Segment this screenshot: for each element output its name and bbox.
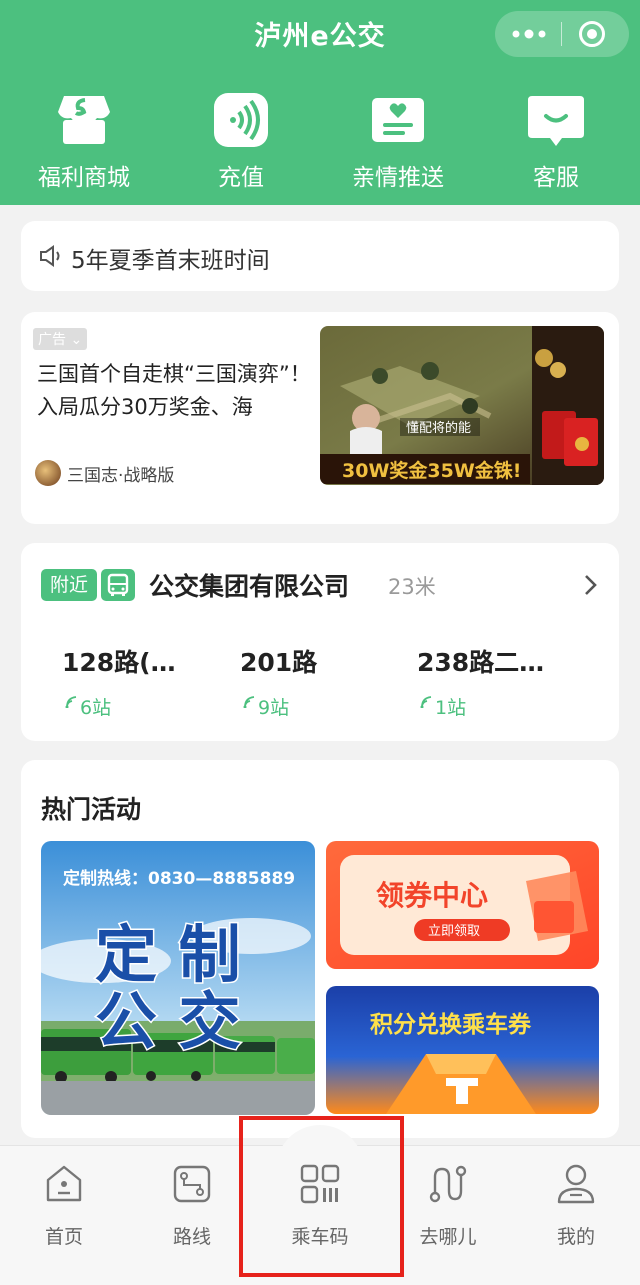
- brand-name: 三国志·战略版: [67, 465, 175, 486]
- hot-activities-card: 热门活动 定制热线：0830—8885889 定 制 公 交 领券中心 立即领取…: [21, 760, 619, 1138]
- quick-action-label: 福利商城: [38, 165, 130, 191]
- realtime-signal-icon: [65, 696, 77, 708]
- quick-action-customer-service[interactable]: 客服: [486, 90, 626, 191]
- shop-icon: [58, 96, 110, 144]
- route-stops-text: 6站: [80, 697, 112, 719]
- chat-icon: [528, 96, 584, 146]
- quick-action-recharge[interactable]: 充值: [171, 90, 311, 191]
- custom-bus-title-line1: 定 制: [95, 918, 241, 991]
- tab-destination[interactable]: 去哪儿: [393, 1162, 503, 1249]
- realtime-signal-icon: [420, 696, 432, 708]
- quick-action-label: 充值: [218, 165, 264, 191]
- route-stops-text: 9站: [258, 697, 290, 719]
- points-exchange-title: 积分兑换乘车券: [370, 1011, 532, 1038]
- header-bar: 泸州e公交 福利商城 充值 亲情推送 客服: [0, 0, 640, 205]
- route-stops: 9站: [240, 693, 410, 720]
- notice-text: 5年夏季首末班时间: [71, 248, 270, 274]
- route-item[interactable]: 201路 9站: [240, 643, 410, 720]
- stop-name: 公交集团有限公司: [149, 572, 350, 601]
- route-icon: [173, 1165, 211, 1203]
- user-icon: [557, 1164, 595, 1204]
- tab-mine[interactable]: 我的: [521, 1162, 631, 1249]
- tab-label: 首页: [44, 1226, 83, 1248]
- capsule-divider: [561, 22, 562, 46]
- route-stops-text: 1站: [435, 697, 467, 719]
- ad-title: 三国首个自走棋“三国演弈”！入局瓜分30万奖金、海: [37, 362, 311, 419]
- ad-image-promo: 30W奖金35W金铢!: [342, 459, 521, 482]
- tab-home[interactable]: 首页: [9, 1162, 119, 1249]
- speaker-icon: [40, 245, 60, 267]
- tab-route[interactable]: 路线: [137, 1162, 247, 1249]
- nearby-tag: 附近: [41, 569, 97, 601]
- coupon-center-artwork: 领券中心 立即领取: [326, 841, 599, 969]
- brand-avatar: [35, 460, 61, 486]
- quick-action-label: 亲情推送: [352, 165, 444, 191]
- target-circle-icon[interactable]: [579, 21, 605, 47]
- coupon-center-banner[interactable]: 领券中心 立即领取: [326, 841, 599, 969]
- route-item[interactable]: 238路二… 1站: [417, 643, 587, 720]
- route-item[interactable]: 128路(… 6站: [62, 643, 232, 720]
- coupon-center-title: 领券中心: [376, 879, 488, 912]
- route-stops: 1站: [417, 693, 587, 720]
- ad-label-text: 广告: [38, 332, 66, 348]
- coupon-claim-button[interactable]: 立即领取: [428, 924, 480, 939]
- custom-bus-hotline: 定制热线：0830—8885889: [63, 868, 295, 889]
- ad-image[interactable]: 懂配将的能 30W奖金35W金铢!: [320, 326, 604, 485]
- points-exchange-banner[interactable]: 积分兑换乘车券: [326, 986, 599, 1114]
- ad-label: 广告 ⌄: [33, 328, 88, 350]
- stop-distance: 23米: [388, 575, 436, 599]
- points-exchange-artwork: 积分兑换乘车券: [326, 986, 599, 1114]
- custom-bus-artwork: 定制热线：0830—8885889 定 制 公 交: [41, 841, 315, 1115]
- route-stops: 6站: [62, 693, 232, 720]
- section-title: 热门活动: [41, 795, 142, 824]
- route-name: 238路二…: [417, 648, 545, 677]
- quick-action-family-push[interactable]: 亲情推送: [328, 90, 468, 191]
- ad-image-caption: 懂配将的能: [406, 420, 471, 436]
- home-icon: [46, 1165, 82, 1202]
- quick-action-shop[interactable]: 福利商城: [14, 90, 154, 191]
- ad-card[interactable]: 广告 ⌄ 三国首个自走棋“三国演弈”！入局瓜分30万奖金、海 三国志·战略版 懂…: [21, 312, 619, 524]
- route-name: 128路(…: [62, 648, 176, 677]
- tab-label: 去哪儿: [419, 1226, 477, 1248]
- notice-bar[interactable]: 5年夏季首末班时间: [21, 221, 619, 291]
- custom-bus-title-line2: 公 交: [95, 985, 241, 1058]
- heart-card-icon: [372, 98, 424, 142]
- realtime-signal-icon: [243, 696, 255, 708]
- tab-label: 路线: [172, 1226, 211, 1248]
- path-icon: [429, 1165, 467, 1203]
- more-dots-icon[interactable]: [511, 26, 547, 42]
- ride-code-highlight-box: [239, 1116, 404, 1277]
- custom-bus-banner[interactable]: 定制热线：0830—8885889 定 制 公 交: [41, 841, 315, 1115]
- bus-icon: [101, 569, 135, 601]
- chevron-right-icon[interactable]: [581, 573, 601, 597]
- ad-game-artwork: 懂配将的能 30W奖金35W金铢!: [320, 326, 604, 485]
- route-name: 201路: [240, 648, 318, 677]
- mini-program-capsule[interactable]: [495, 11, 629, 57]
- nearby-stop-card[interactable]: 附近 公交集团有限公司 23米 128路(… 6站 201路 9站 238路二……: [21, 543, 619, 741]
- quick-action-label: 客服: [533, 165, 579, 191]
- tab-label: 我的: [556, 1226, 595, 1248]
- nfc-icon: [214, 93, 268, 147]
- ad-brand[interactable]: 三国志·战略版: [35, 460, 174, 486]
